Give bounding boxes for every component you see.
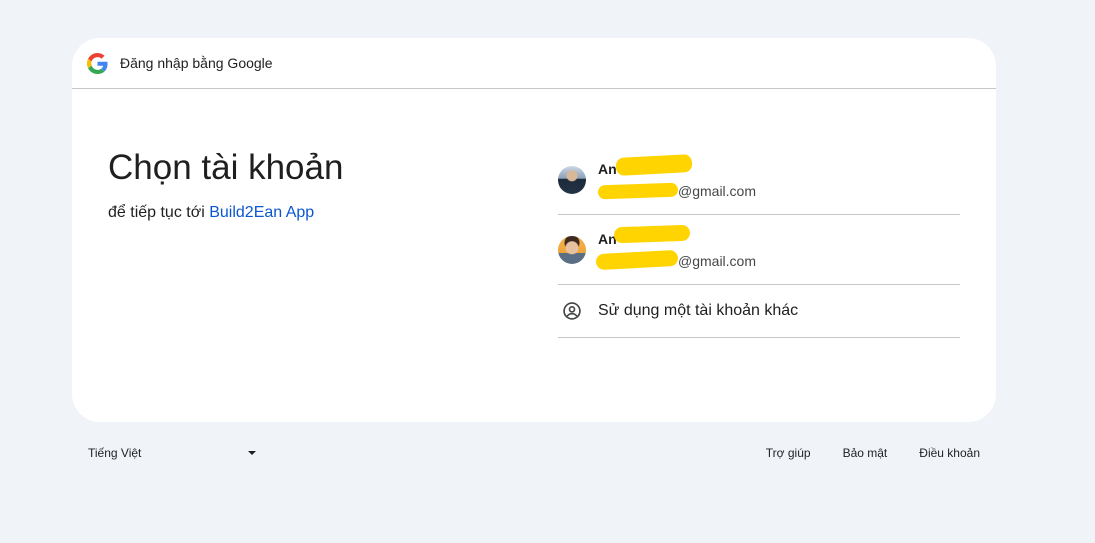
avatar-photo-icon	[558, 235, 586, 264]
privacy-link[interactable]: Bảo mật	[843, 446, 888, 460]
subtitle-prefix: để tiếp tục tới	[108, 204, 205, 221]
app-name-link[interactable]: Build2Ean App	[209, 204, 314, 221]
avatar-photo-icon	[558, 165, 586, 194]
language-label: Tiếng Việt	[88, 446, 142, 460]
page-title: Chọn tài khoản	[108, 148, 344, 187]
account-text: An @gmail.com	[597, 153, 757, 200]
help-link[interactable]: Trợ giúp	[766, 446, 811, 460]
footer: Tiếng Việt Trợ giúp Bảo mật Điều khoản	[88, 446, 980, 462]
language-select[interactable]: Tiếng Việt	[88, 446, 258, 460]
footer-links: Trợ giúp Bảo mật Điều khoản	[734, 446, 980, 460]
use-another-account-button[interactable]: Sử dụng một tài khoản khác	[558, 285, 960, 338]
redaction-mark	[597, 182, 679, 199]
redaction-mark	[615, 153, 693, 176]
header-title: Đăng nhập bằng Google	[120, 55, 273, 71]
account-list: An @gmail.com An @gmail.com Sử dụng một …	[558, 145, 960, 338]
card-header: Đăng nhập bằng Google	[72, 38, 996, 89]
use-another-account-label: Sử dụng một tài khoản khác	[598, 302, 799, 319]
intro-section: Chọn tài khoản để tiếp tục tới Build2Ean…	[108, 146, 343, 222]
sign-in-card: Đăng nhập bằng Google Chọn tài khoản để …	[72, 38, 996, 422]
account-item-1[interactable]: An @gmail.com	[558, 145, 960, 215]
redaction-mark	[613, 224, 691, 243]
account-email-suffix: @gmail.com	[678, 252, 757, 269]
google-logo-icon	[87, 52, 108, 74]
account-email-suffix: @gmail.com	[678, 182, 757, 199]
account-text: An @gmail.com	[595, 224, 757, 270]
terms-link[interactable]: Điều khoản	[919, 446, 980, 460]
account-item-2[interactable]: An @gmail.com	[558, 215, 960, 285]
caret-down-icon	[248, 451, 256, 455]
account-circle-icon	[563, 302, 581, 320]
subtitle: để tiếp tục tới Build2Ean App	[108, 204, 343, 222]
